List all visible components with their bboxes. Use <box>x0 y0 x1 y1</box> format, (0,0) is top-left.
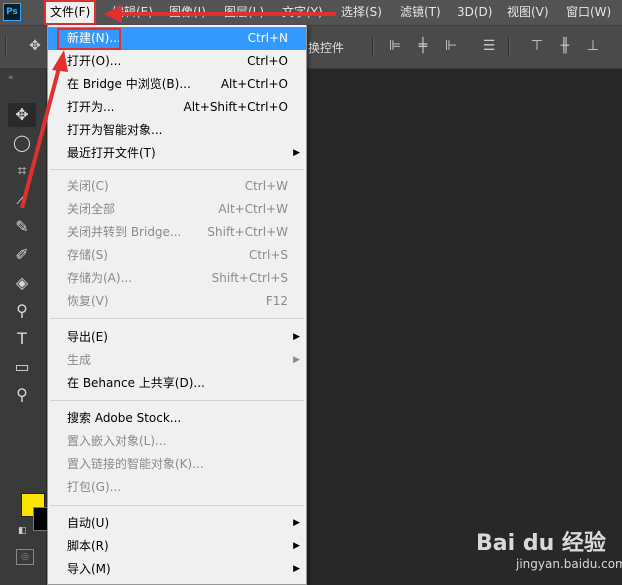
align-bottom-icon[interactable]: ⊥ <box>586 39 600 53</box>
menu-file[interactable]: 文件(F) <box>44 0 97 25</box>
options-divider <box>508 36 510 56</box>
watermark-site: jingyan.baidu.com <box>516 557 622 571</box>
menu-item-open[interactable]: 打开(O)... Ctrl+O <box>48 50 306 73</box>
menu-separator <box>50 169 304 170</box>
menu-item-close-all[interactable]: 关闭全部 Alt+Ctrl+W <box>48 198 306 221</box>
align-middle-icon[interactable]: ╫ <box>558 39 572 53</box>
menu-item-save-as[interactable]: 存储为(A)... Shift+Ctrl+S <box>48 267 306 290</box>
menu-layer[interactable]: 图层(L) <box>224 0 264 25</box>
menu-item-package[interactable]: 打包(G)... <box>48 476 306 499</box>
align-center-icon[interactable]: ╪ <box>416 39 430 53</box>
menu-3d[interactable]: 3D(D) <box>457 0 492 25</box>
menu-edit[interactable]: 编辑(E) <box>112 0 153 25</box>
align-left-icon[interactable]: ⊫ <box>388 39 402 53</box>
zoom-tool-icon[interactable]: ⚲ <box>8 383 36 407</box>
menu-item-import[interactable]: 导入(M) ▶ <box>48 558 306 581</box>
menu-view[interactable]: 视图(V) <box>507 0 549 25</box>
menu-item-browse-in-bridge[interactable]: 在 Bridge 中浏览(B)... Alt+Ctrl+O <box>48 73 306 96</box>
move-tool-preset-icon[interactable]: ✥ <box>28 39 42 53</box>
menu-item-place-linked[interactable]: 置入链接的智能对象(K)... <box>48 453 306 476</box>
menu-item-open-as-smart-object[interactable]: 打开为智能对象... <box>48 119 306 142</box>
tools-panel: « ✥ ◯ ⌗ ⟋ ✎ ✐ ◈ ⚲ T ▭ ⚲ ◧ ◎ <box>0 69 53 585</box>
menu-select[interactable]: 选择(S) <box>341 0 382 25</box>
submenu-arrow-icon: ▶ <box>293 518 300 528</box>
crop-tool-icon[interactable]: ⌗ <box>8 159 36 183</box>
menu-item-automate[interactable]: 自动(U) ▶ <box>48 512 306 535</box>
paint-bucket-tool-icon[interactable]: ◈ <box>8 271 36 295</box>
type-tool-icon[interactable]: T <box>8 327 36 351</box>
menu-item-export[interactable]: 导出(E) ▶ <box>48 326 306 349</box>
menu-bar: Ps 文件(F) 编辑(E) 图像(I) 图层(L) 文字(Y) 选择(S) 滤… <box>0 0 622 26</box>
menu-filter[interactable]: 滤镜(T) <box>400 0 441 25</box>
menu-item-place-embedded[interactable]: 置入嵌入对象(L)... <box>48 430 306 453</box>
annotation-highlight-box <box>57 28 121 50</box>
menu-item-scripts[interactable]: 脚本(R) ▶ <box>48 535 306 558</box>
menu-window[interactable]: 窗口(W) <box>566 0 611 25</box>
menu-item-open-as[interactable]: 打开为... Alt+Shift+Ctrl+O <box>48 96 306 119</box>
menu-item-share-on-behance[interactable]: 在 Behance 上共享(D)... <box>48 372 306 395</box>
options-divider <box>5 36 7 56</box>
brush-tool-icon[interactable]: ✎ <box>8 215 36 239</box>
move-tool-icon[interactable]: ✥ <box>8 103 36 127</box>
menu-item-revert[interactable]: 恢复(V) F12 <box>48 290 306 313</box>
submenu-arrow-icon: ▶ <box>293 148 300 158</box>
align-top-icon[interactable]: ⊤ <box>530 39 544 53</box>
menu-separator <box>50 318 304 319</box>
dodge-tool-icon[interactable]: ⚲ <box>8 299 36 323</box>
menu-item-close-and-go-to-bridge[interactable]: 关闭并转到 Bridge... Shift+Ctrl+W <box>48 221 306 244</box>
align-right-icon[interactable]: ⊩ <box>444 39 458 53</box>
default-colors-icon[interactable]: ◧ <box>18 526 27 536</box>
photoshop-logo-icon: Ps <box>3 3 21 21</box>
submenu-arrow-icon: ▶ <box>293 332 300 342</box>
submenu-arrow-icon: ▶ <box>293 541 300 551</box>
file-menu-dropdown: 新建(N)... Ctrl+N 打开(O)... Ctrl+O 在 Bridge… <box>47 25 307 585</box>
menu-item-recent-files[interactable]: 最近打开文件(T) ▶ <box>48 142 306 165</box>
menu-item-save[interactable]: 存储(S) Ctrl+S <box>48 244 306 267</box>
submenu-arrow-icon: ▶ <box>293 564 300 574</box>
healing-brush-tool-icon[interactable]: ✐ <box>8 243 36 267</box>
menu-type[interactable]: 文字(Y) <box>282 0 323 25</box>
eyedropper-tool-icon[interactable]: ⟋ <box>8 187 36 211</box>
menu-separator <box>50 505 304 506</box>
menu-image[interactable]: 图像(I) <box>169 0 206 25</box>
menu-item-search-adobe-stock[interactable]: 搜索 Adobe Stock... <box>48 407 306 430</box>
distribute-icon[interactable]: ☰ <box>482 39 496 53</box>
options-divider <box>372 36 374 56</box>
show-transform-controls-label[interactable]: 换控件 <box>308 39 344 56</box>
menu-separator <box>50 400 304 401</box>
rectangle-tool-icon[interactable]: ▭ <box>8 355 36 379</box>
watermark-brand: Bai du 经验 <box>476 531 606 556</box>
menu-item-generate[interactable]: 生成 ▶ <box>48 349 306 372</box>
menu-item-close[interactable]: 关闭(C) Ctrl+W <box>48 175 306 198</box>
quick-mask-icon[interactable]: ◎ <box>16 549 34 565</box>
lasso-tool-icon[interactable]: ◯ <box>8 131 36 155</box>
submenu-arrow-icon: ▶ <box>293 355 300 365</box>
collapse-toolbar-icon[interactable]: « <box>8 73 14 83</box>
baidu-jingyan-watermark: Bai du 经验 jingyan.baidu.com <box>476 525 622 580</box>
